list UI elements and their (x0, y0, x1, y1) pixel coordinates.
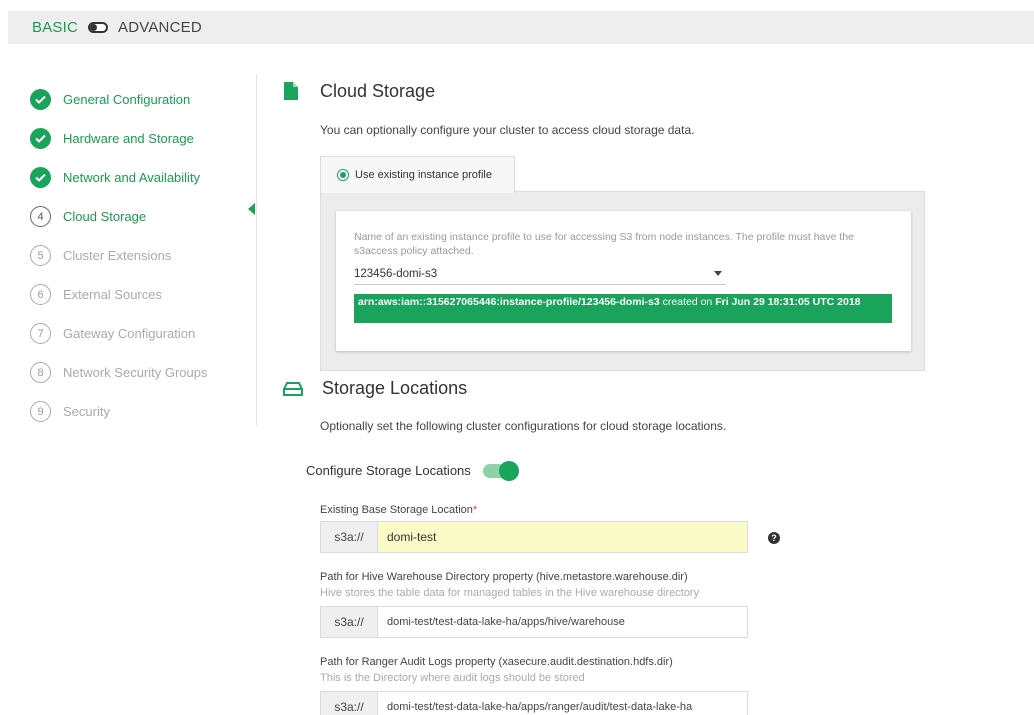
step-number: 7 (30, 323, 51, 344)
hive-warehouse-help: Hive stores the table data for managed t… (320, 587, 700, 599)
base-storage-label-text: Existing Base Storage Location (320, 504, 473, 516)
chevron-down-icon (714, 271, 722, 276)
check-icon (30, 128, 51, 149)
step-cloud-storage[interactable]: 4 Cloud Storage (30, 197, 260, 236)
question-icon[interactable]: ? (768, 532, 780, 544)
ranger-audit-input[interactable]: domi-test/test-data-lake-ha/apps/ranger/… (378, 692, 747, 715)
instance-profile-card: Name of an existing instance profile to … (336, 211, 911, 351)
created-on-date: Fri Jun 29 18:31:05 UTC 2018 (715, 296, 861, 308)
step-network-and-availability[interactable]: Network and Availability (30, 158, 260, 197)
configure-storage-locations-row: Configure Storage Locations (306, 460, 519, 481)
step-network-security-groups[interactable]: 8 Network Security Groups (30, 353, 260, 392)
arn-text: arn:aws:iam::315627065446:instance-profi… (358, 296, 660, 308)
s3a-prefix: s3a:// (321, 607, 378, 637)
step-label: Cluster Extensions (63, 248, 172, 263)
step-label: Cloud Storage (63, 209, 147, 224)
step-external-sources[interactable]: 6 External Sources (30, 275, 260, 314)
step-label: General Configuration (63, 92, 191, 107)
instance-profile-select[interactable]: 123456-domi-s3 (354, 263, 726, 285)
step-label: Gateway Configuration (63, 326, 196, 341)
step-number: 4 (30, 206, 51, 227)
created-on-label: created on (659, 296, 716, 308)
step-label: External Sources (63, 287, 162, 302)
sidebar-divider (256, 74, 257, 426)
ranger-audit-help: This is the Directory where audit logs s… (320, 672, 585, 684)
s3a-prefix: s3a:// (321, 522, 378, 552)
step-label: Network and Availability (63, 170, 201, 185)
tab-use-existing-instance-profile[interactable]: Use existing instance profile (320, 156, 515, 193)
file-icon (284, 82, 298, 103)
radio-selected-icon[interactable] (337, 169, 349, 181)
step-label: Hardware and Storage (63, 131, 194, 146)
s3a-prefix: s3a:// (321, 692, 378, 715)
step-label: Security (63, 404, 110, 419)
instance-profile-arn-banner: arn:aws:iam::315627065446:instance-profi… (354, 294, 892, 323)
selected-profile: 123456-domi-s3 (354, 267, 438, 280)
step-number: 6 (30, 284, 51, 305)
storage-locations-title: Storage Locations (322, 378, 468, 398)
step-hardware-and-storage[interactable]: Hardware and Storage (30, 119, 260, 158)
step-number: 8 (30, 362, 51, 383)
ranger-audit-field: s3a:// domi-test/test-data-lake-ha/apps/… (320, 691, 748, 715)
ranger-audit-label: Path for Ranger Audit Logs property (xas… (320, 656, 673, 668)
mode-toggle[interactable] (88, 22, 109, 33)
step-security[interactable]: 9 Security (30, 392, 260, 431)
wizard-steps: General Configuration Hardware and Stora… (30, 80, 260, 431)
mode-bar: BASIC ADVANCED (8, 11, 1034, 44)
base-storage-input[interactable]: domi-test (378, 522, 747, 552)
check-icon (30, 89, 51, 110)
hive-warehouse-input[interactable]: domi-test/test-data-lake-ha/apps/hive/wa… (378, 607, 747, 637)
cloud-storage-title: Cloud Storage (320, 81, 436, 101)
storage-drive-icon (283, 382, 303, 399)
step-gateway-configuration[interactable]: 7 Gateway Configuration (30, 314, 260, 353)
instance-profile-help: Name of an existing instance profile to … (354, 231, 854, 257)
basic-mode-label[interactable]: BASIC (32, 19, 78, 36)
active-step-indicator-icon (248, 203, 255, 215)
hive-warehouse-field: s3a:// domi-test/test-data-lake-ha/apps/… (320, 606, 748, 638)
storage-locations-description: Optionally set the following cluster con… (320, 419, 727, 433)
advanced-mode-label[interactable]: ADVANCED (118, 19, 202, 36)
step-label: Network Security Groups (63, 365, 208, 380)
configure-storage-locations-toggle[interactable] (482, 460, 519, 481)
base-storage-field: s3a:// domi-test (320, 521, 748, 553)
check-icon (30, 167, 51, 188)
configure-storage-locations-label: Configure Storage Locations (306, 463, 471, 478)
step-number: 5 (30, 245, 51, 266)
hive-warehouse-label: Path for Hive Warehouse Directory proper… (320, 571, 688, 583)
step-cluster-extensions[interactable]: 5 Cluster Extensions (30, 236, 260, 275)
step-number: 9 (30, 401, 51, 422)
cloud-storage-description: You can optionally configure your cluste… (320, 123, 695, 137)
step-general-configuration[interactable]: General Configuration (30, 80, 260, 119)
base-storage-label: Existing Base Storage Location* (320, 504, 477, 516)
tab-label: Use existing instance profile (355, 169, 492, 181)
required-mark: * (472, 504, 478, 516)
